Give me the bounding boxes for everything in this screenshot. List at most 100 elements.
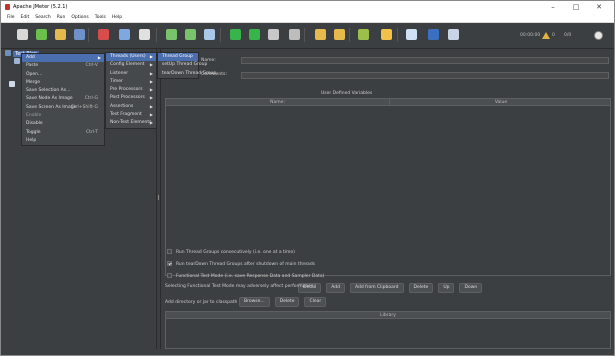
menu-item-toggle[interactable]: Toggle Ctrl-T [22, 129, 104, 137]
copy-icon[interactable] [119, 29, 130, 40]
submenu-arrow-icon: ▶ [149, 112, 153, 118]
stop-icon[interactable] [268, 29, 279, 40]
submenu-arrow-icon: ▶ [149, 78, 153, 84]
paste-icon[interactable] [139, 29, 150, 40]
jmeter-window: Apache JMeter (5.2.1) – □ ✕ File Edit Se… [0, 0, 615, 356]
save-icon[interactable] [74, 29, 85, 40]
menu-item-timer[interactable]: Timer ▶ [106, 78, 156, 86]
menu-edit[interactable]: Edit [18, 13, 33, 22]
menu-item-non-test-elements[interactable]: Non-Test Elements ▶ [106, 119, 156, 127]
menu-item-post-processors[interactable]: Post Processors ▶ [106, 94, 156, 102]
clear-icon[interactable] [315, 29, 326, 40]
cut-icon[interactable] [98, 29, 109, 40]
menu-item-label: tearDown Thread Group [162, 70, 217, 76]
maximize-button[interactable]: □ [568, 1, 584, 13]
menu-item-accelerator: Ctrl+Shift-G [70, 104, 98, 110]
menu-search[interactable]: Search [32, 13, 53, 22]
menu-item-accelerator: Ctrl-G [84, 96, 98, 102]
user-variables-table[interactable]: Name: Value [165, 98, 611, 276]
remote-engines-icon[interactable] [594, 31, 603, 40]
menu-options[interactable]: Options [68, 13, 91, 22]
warning-icon[interactable] [542, 32, 550, 39]
column-header-name[interactable]: Name: [166, 99, 389, 106]
submenu-arrow-icon: ▶ [97, 55, 101, 60]
menu-item-label: Help [26, 137, 37, 143]
menu-item-teardown-thread-group[interactable]: tearDown Thread Group [158, 70, 216, 78]
menu-item-help[interactable]: Help [22, 137, 104, 145]
context-menu: Add ▶ Paste Ctrl-V Open... Merge Save Selectio… [21, 53, 105, 147]
menu-item-assertions[interactable]: Assertions ▶ [106, 103, 156, 111]
menu-item-label: Config Element [110, 62, 145, 68]
menu-item-thread-group[interactable]: Thread Group [158, 53, 198, 62]
window-title: Apache JMeter (5.2.1) [13, 4, 68, 10]
menu-item-open[interactable]: Open... [22, 71, 104, 79]
menu-tools[interactable]: Tools [92, 13, 109, 22]
menu-item-paste[interactable]: Paste Ctrl-V [22, 62, 104, 70]
start-icon[interactable] [230, 29, 241, 40]
menu-item-setup-thread-group[interactable]: setUp Thread Group [158, 61, 207, 69]
reset-search-icon[interactable] [381, 29, 392, 40]
up-button[interactable]: Up [438, 283, 455, 293]
menu-item-label: Listener [110, 70, 129, 76]
menu-item-label: Post Processors [110, 95, 145, 101]
delete-button[interactable]: Delete [408, 283, 434, 293]
menu-run[interactable]: Run [54, 13, 69, 22]
table-header: Name: Value [166, 99, 610, 106]
menu-item-enable[interactable]: Enable [22, 112, 104, 120]
menu-item-label: Save Screen As Image [26, 104, 77, 110]
submenu-arrow-icon: ▶ [149, 54, 153, 59]
menu-item-threads-users[interactable]: Threads (Users) ▶ [106, 53, 156, 62]
menu-item-label: Thread Group [162, 54, 193, 59]
menu-item-pre-processors[interactable]: Pre Processors ▶ [106, 86, 156, 94]
jmeter-feather-icon [5, 4, 10, 10]
menu-item-save-selection-as[interactable]: Save Selection As... [22, 87, 104, 95]
column-header-value[interactable]: Value [389, 99, 612, 106]
menu-item-merge[interactable]: Merge [22, 79, 104, 87]
menu-item-accelerator: Ctrl-T [86, 129, 98, 135]
menu-item-accelerator: Ctrl-V [85, 63, 98, 69]
templates-icon[interactable] [36, 29, 47, 40]
log-viewer-icon[interactable] [448, 29, 459, 40]
comments-field[interactable] [241, 72, 609, 79]
new-icon[interactable] [17, 29, 28, 40]
add-from-clipboard-button[interactable]: Add from Clipboard [349, 283, 404, 293]
clear-all-icon[interactable] [334, 29, 345, 40]
search-icon[interactable] [358, 29, 369, 40]
menu-bar: File Edit Search Run Options Tools Help [1, 13, 614, 23]
warning-count: 0 [552, 33, 555, 38]
menu-item-config-element[interactable]: Config Element ▶ [106, 61, 156, 69]
expand-icon[interactable] [166, 29, 177, 40]
menu-item-listener[interactable]: Listener ▶ [106, 70, 156, 78]
tree-child-node-icon [9, 81, 15, 87]
menu-item-label: Paste [26, 63, 39, 69]
submenu-arrow-icon: ▶ [149, 120, 153, 126]
menu-help[interactable]: Help [109, 13, 125, 22]
menu-item-save-node-as-image[interactable]: Save Node As Image Ctrl-G [22, 95, 104, 103]
splitter-grip[interactable] [158, 195, 159, 200]
menu-file[interactable]: File [4, 13, 18, 22]
down-button[interactable]: Down [459, 283, 483, 293]
minimize-button[interactable]: – [545, 1, 561, 13]
menu-item-test-fragment[interactable]: Test Fragment ▶ [106, 111, 156, 119]
elapsed-time: 00:00:00 [520, 33, 541, 38]
toolbar-separator [220, 28, 221, 42]
active-thread-count: 0/0 [564, 33, 572, 38]
close-button[interactable]: ✕ [591, 1, 607, 13]
open-icon[interactable] [55, 29, 66, 40]
start-no-pauses-icon[interactable] [249, 29, 260, 40]
submenu-arrow-icon: ▶ [149, 95, 153, 101]
menu-item-disable[interactable]: Disable [22, 120, 104, 128]
detail-button[interactable]: Detail [298, 283, 322, 293]
menu-item-label: Add [26, 55, 35, 60]
help-icon[interactable] [428, 29, 439, 40]
add-button[interactable]: Add [326, 283, 345, 293]
menu-item-save-screen-as-image[interactable]: Save Screen As Image Ctrl+Shift-G [22, 104, 104, 112]
function-helper-icon[interactable] [406, 29, 417, 40]
user-defined-variables-title: User Defined Variables [321, 91, 373, 96]
shutdown-icon[interactable] [289, 29, 300, 40]
menu-item-label: Toggle [26, 129, 41, 135]
toggle-icon[interactable] [204, 29, 215, 40]
collapse-icon[interactable] [185, 29, 196, 40]
name-field[interactable] [241, 57, 609, 64]
menu-item-add[interactable]: Add ▶ [22, 54, 104, 63]
